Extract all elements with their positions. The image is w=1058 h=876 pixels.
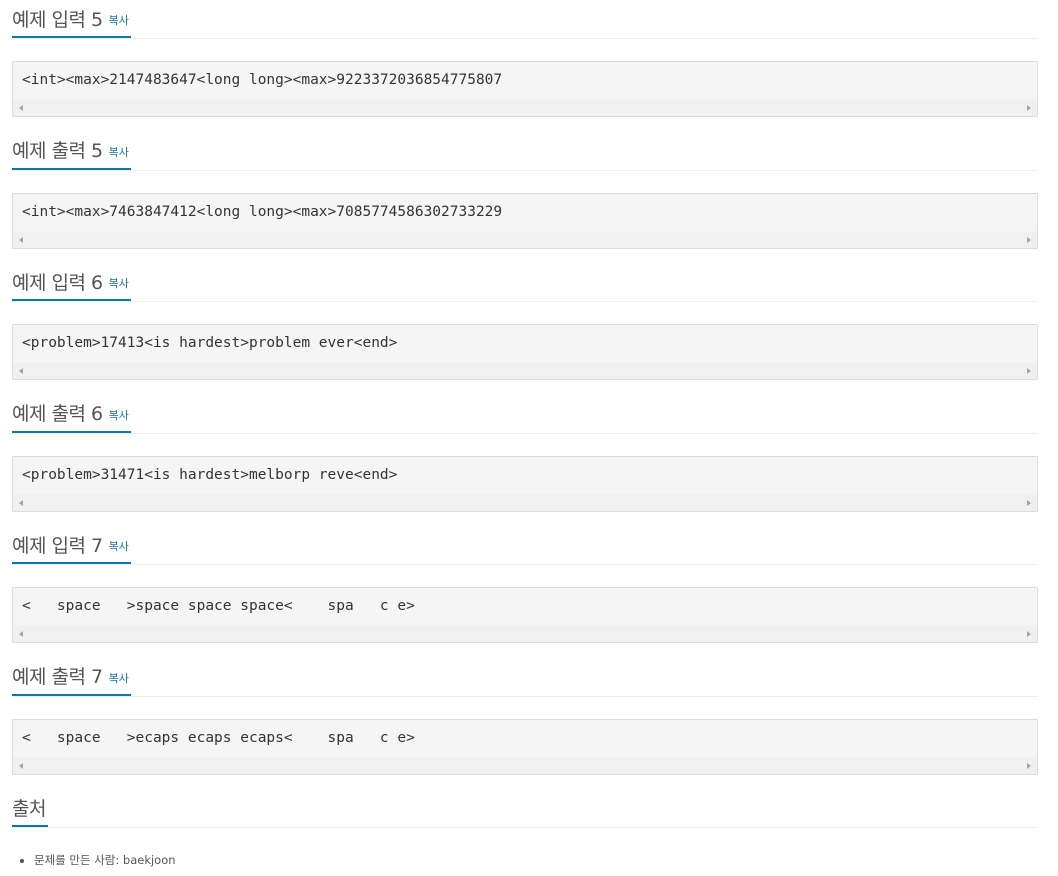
section-title: 예제 출력 7 — [12, 666, 103, 688]
example-section-input-7: 예제 입력 7 복사 < space >space space space< s… — [12, 526, 1038, 658]
horizontal-scrollbar[interactable] — [13, 362, 1037, 379]
code-box: <int><max>2147483647<long long><max>9223… — [12, 61, 1038, 117]
scroll-right-icon[interactable] — [1027, 105, 1031, 111]
copy-button[interactable]: 복사 — [109, 407, 129, 423]
section-headline: 예제 입력 5 복사 — [12, 0, 1038, 39]
horizontal-scrollbar[interactable] — [13, 99, 1037, 116]
example-section-input-5: 예제 입력 5 복사 <int><max>2147483647<long lon… — [12, 0, 1038, 132]
section-headline: 예제 입력 7 복사 — [12, 526, 1038, 565]
code-box: <problem>17413<is hardest>problem ever<e… — [12, 324, 1038, 380]
section-title: 예제 출력 6 — [12, 403, 103, 425]
source-section: 출처 문제를 만든 사람: baekjoon — [12, 789, 1038, 873]
examples-container: 예제 입력 5 복사 <int><max>2147483647<long lon… — [12, 0, 1038, 789]
scroll-right-icon[interactable] — [1027, 499, 1031, 506]
source-list: 문제를 만든 사람: baekjoon — [12, 848, 1038, 873]
code-box: <problem>31471<is hardest>melborp reve<e… — [12, 455, 1038, 512]
scroll-right-icon[interactable] — [1027, 368, 1031, 374]
section-headline: 예제 출력 6 복사 — [12, 395, 1038, 434]
scroll-right-icon[interactable] — [1027, 762, 1031, 769]
sample-code: < space >ecaps ecaps ecaps< spa c e> — [22, 729, 415, 746]
scroll-left-icon[interactable] — [19, 368, 23, 374]
scroll-left-icon[interactable] — [19, 236, 23, 243]
copy-button[interactable]: 복사 — [109, 275, 129, 291]
section-headline: 예제 출력 7 복사 — [12, 658, 1038, 697]
horizontal-scrollbar[interactable] — [13, 230, 1037, 248]
code-box: < space >space space space< spa c e> — [12, 587, 1038, 643]
section-headline: 출처 — [12, 789, 1038, 828]
section-title: 예제 입력 7 — [12, 534, 103, 557]
section-title: 예제 입력 5 — [12, 8, 103, 31]
example-section-output-5: 예제 출력 5 복사 <int><max>7463847412<long lon… — [12, 132, 1038, 264]
code-box: <int><max>7463847412<long long><max>7085… — [12, 192, 1038, 249]
sample-code: <int><max>7463847412<long long><max>7085… — [22, 203, 503, 220]
scroll-left-icon[interactable] — [19, 105, 23, 111]
section-title: 예제 입력 6 — [12, 271, 103, 294]
section-title: 출처 — [12, 797, 46, 820]
sample-code: < space >space space space< spa c e> — [22, 598, 415, 614]
horizontal-scrollbar[interactable] — [13, 756, 1037, 774]
section-title: 예제 출력 5 — [12, 140, 103, 162]
scroll-left-icon[interactable] — [19, 631, 23, 637]
copy-button[interactable]: 복사 — [109, 670, 129, 686]
code-box: < space >ecaps ecaps ecaps< spa c e> — [12, 718, 1038, 775]
example-section-output-7: 예제 출력 7 복사 < space >ecaps ecaps ecaps< s… — [12, 658, 1038, 790]
section-headline: 예제 입력 6 복사 — [12, 263, 1038, 302]
sample-code: <problem>31471<is hardest>melborp reve<e… — [22, 466, 398, 483]
scroll-left-icon[interactable] — [19, 499, 23, 506]
sample-code: <int><max>2147483647<long long><max>9223… — [22, 72, 503, 88]
copy-button[interactable]: 복사 — [109, 144, 129, 160]
scroll-left-icon[interactable] — [19, 762, 23, 769]
scroll-right-icon[interactable] — [1027, 631, 1031, 637]
copy-button[interactable]: 복사 — [109, 538, 129, 554]
source-item: 문제를 만든 사람: baekjoon — [34, 848, 1038, 873]
copy-button[interactable]: 복사 — [109, 12, 129, 28]
sample-code: <problem>17413<is hardest>problem ever<e… — [22, 335, 398, 351]
example-section-output-6: 예제 출력 6 복사 <problem>31471<is hardest>mel… — [12, 395, 1038, 527]
section-headline: 예제 출력 5 복사 — [12, 132, 1038, 171]
horizontal-scrollbar[interactable] — [13, 625, 1037, 642]
scroll-right-icon[interactable] — [1027, 236, 1031, 243]
example-section-input-6: 예제 입력 6 복사 <problem>17413<is hardest>pro… — [12, 263, 1038, 395]
horizontal-scrollbar[interactable] — [13, 493, 1037, 511]
